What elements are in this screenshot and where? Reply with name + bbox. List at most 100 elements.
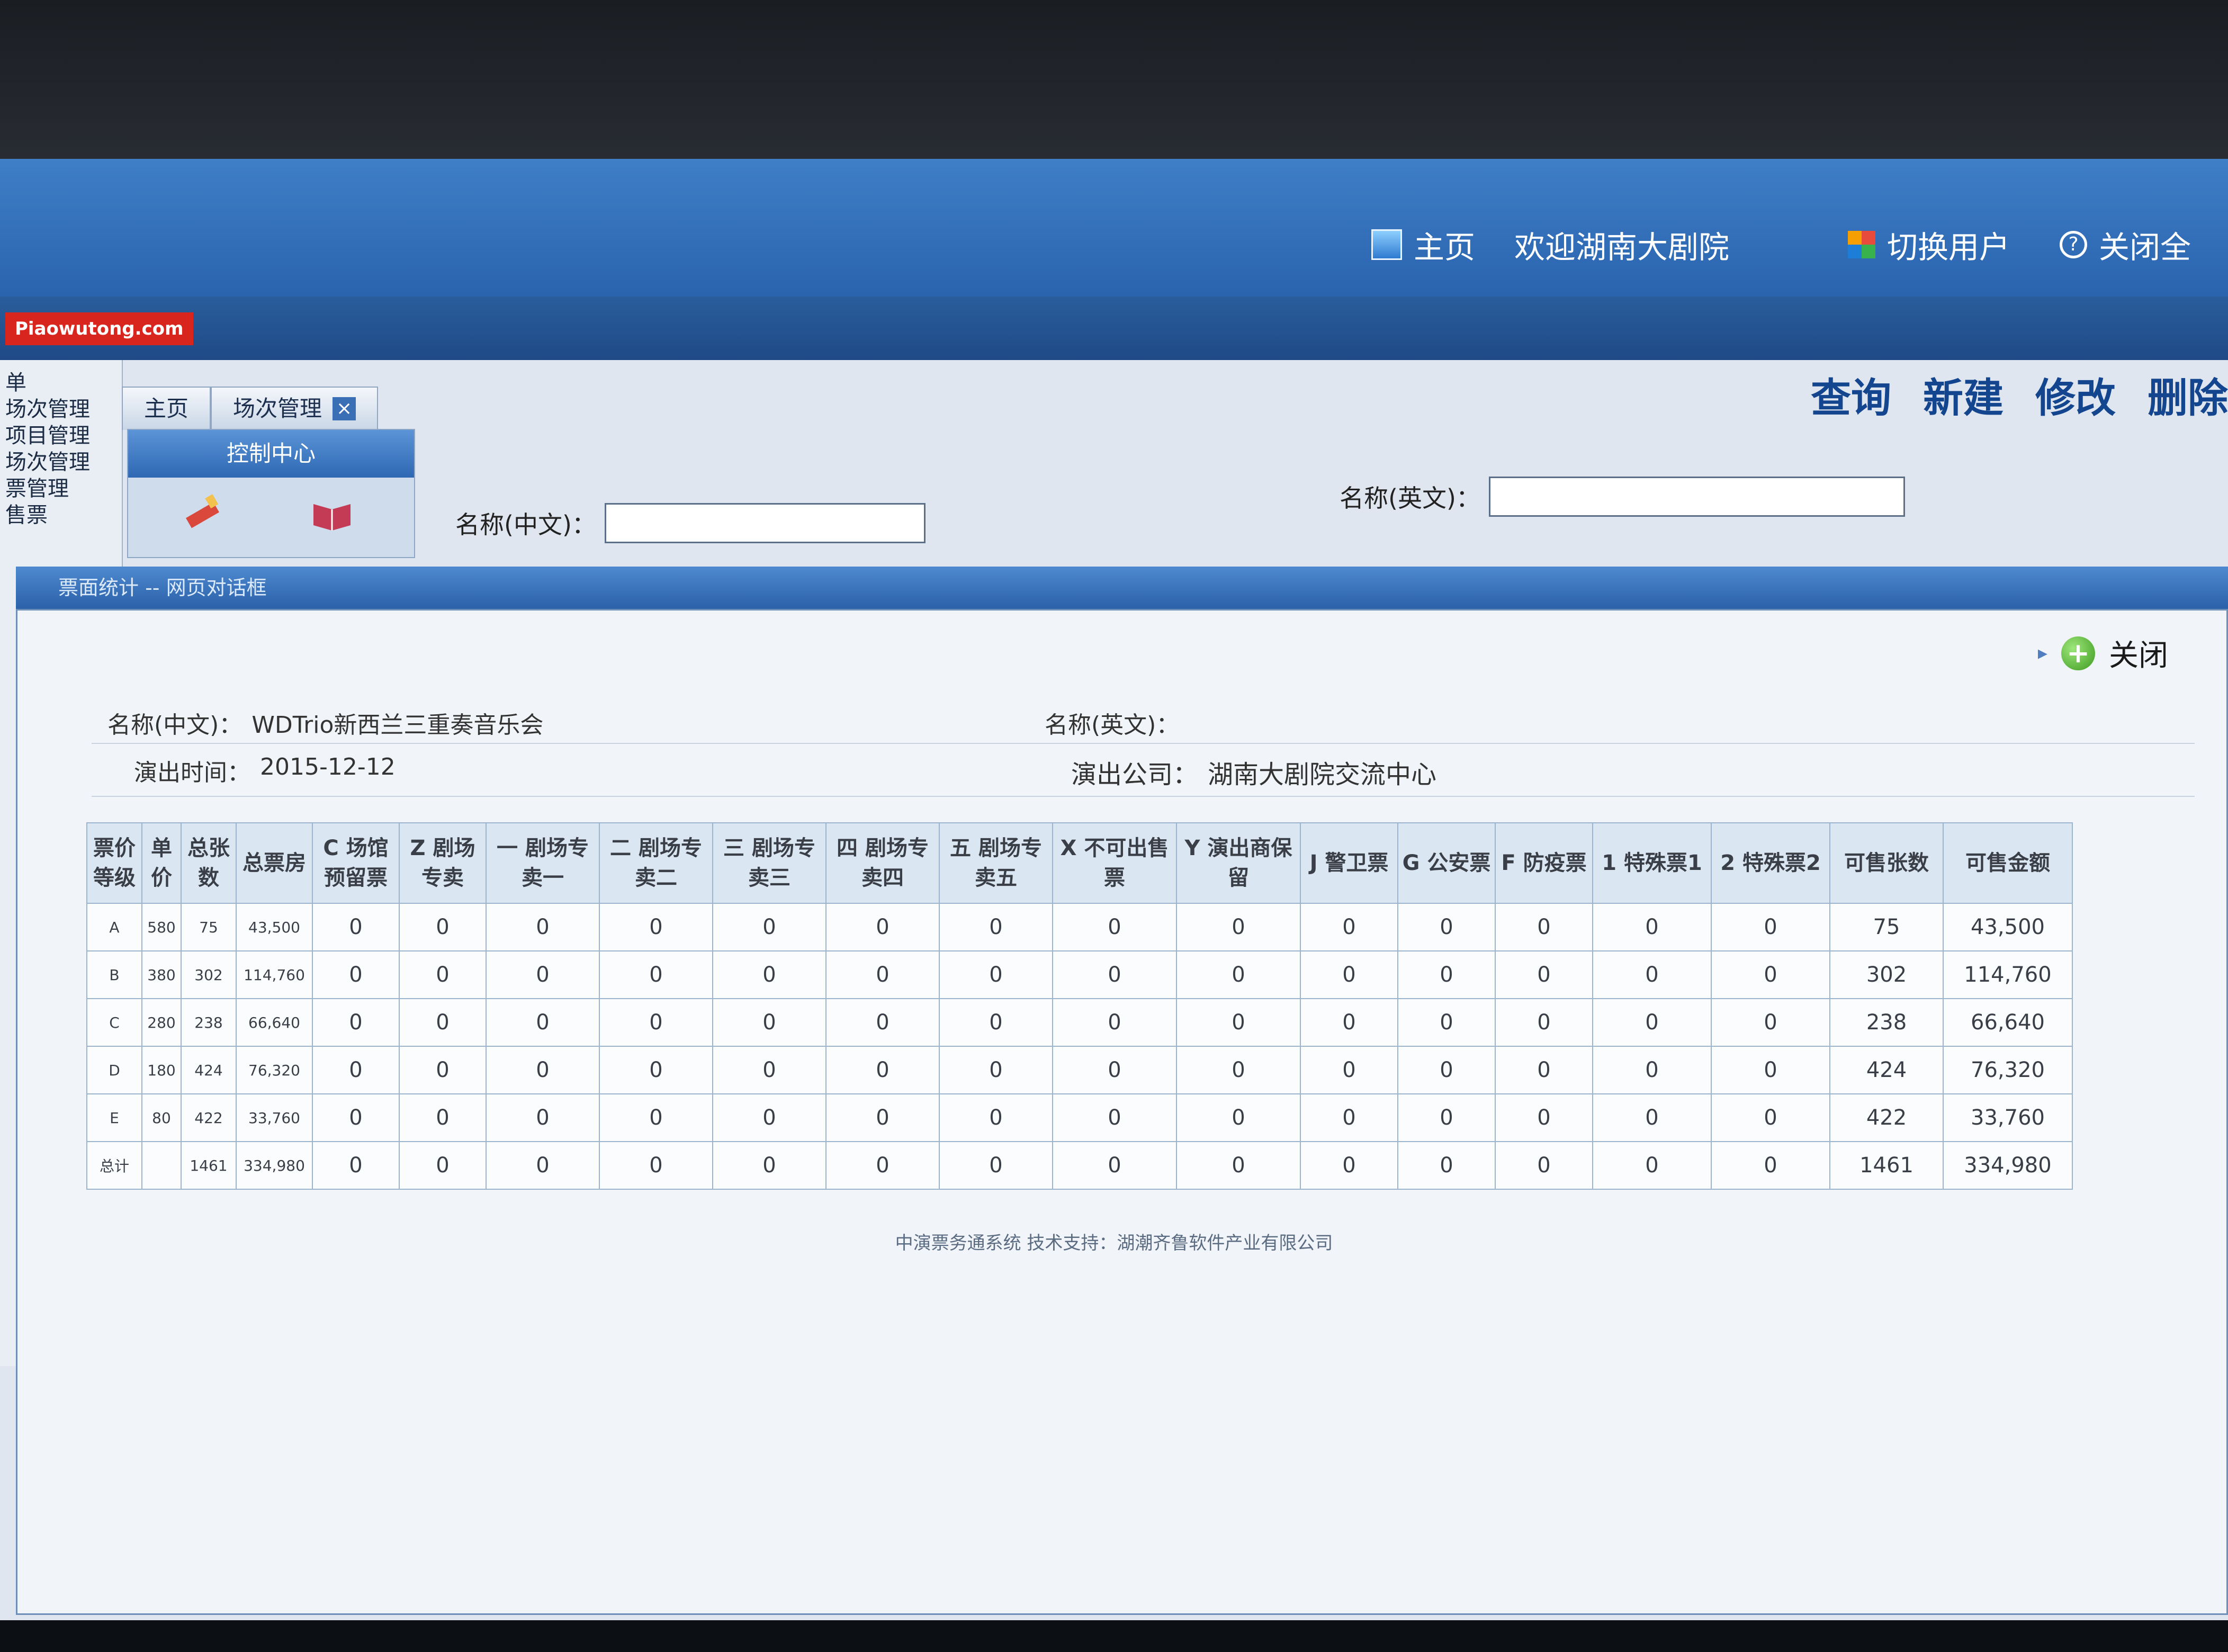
table-cell: 0 (312, 1093, 400, 1142)
table-cell: 76,320 (1943, 1046, 2073, 1094)
table-cell: 0 (939, 1046, 1053, 1094)
table-cell: 0 (712, 1141, 826, 1190)
close-icon[interactable]: × (333, 397, 356, 420)
table-cell: 0 (312, 950, 400, 999)
close-icon: + (2061, 636, 2095, 670)
switch-user-link[interactable]: 切换用户 (1848, 222, 2010, 267)
table-cell: 114,760 (236, 950, 313, 999)
table-cell: 0 (1300, 950, 1398, 999)
table-cell: 0 (599, 998, 713, 1047)
table-cell: 0 (1592, 903, 1712, 951)
name-cn-input[interactable] (604, 503, 926, 543)
table-cell: 0 (312, 1046, 400, 1094)
table-cell: 0 (1711, 903, 1830, 951)
divider (92, 743, 2195, 744)
info-date-label: 演出时间： (134, 759, 250, 786)
pencil-icon[interactable] (181, 493, 229, 536)
switch-user-icon (1848, 231, 1875, 258)
query-link[interactable]: 查询 (1811, 365, 1891, 424)
table-cell: A (86, 903, 142, 951)
col-header: C 场馆预留票 (312, 822, 400, 904)
table-cell: 0 (1397, 1141, 1496, 1190)
logo: Piaowutong.com (5, 312, 193, 345)
table-cell: 0 (1176, 1141, 1301, 1190)
table-cell: 302 (181, 950, 237, 999)
table-cell: 0 (486, 903, 600, 951)
close-button[interactable]: ▸ + 关闭 (2038, 632, 2168, 675)
table-cell: 1461 (1829, 1141, 1944, 1190)
info-company-label: 演出公司： (1071, 760, 1199, 789)
book-icon[interactable] (308, 493, 356, 536)
table-cell: 0 (399, 998, 487, 1047)
dialog-title: 票面统计 -- 网页对话框 (58, 576, 267, 599)
table-cell: 0 (399, 1093, 487, 1142)
table-cell: 0 (1495, 998, 1593, 1047)
table-cell: 0 (399, 1141, 487, 1190)
table-cell: 0 (1711, 1046, 1830, 1094)
table-cell: 238 (181, 998, 237, 1047)
new-link[interactable]: 新建 (1923, 365, 2004, 424)
table-cell: 0 (1300, 1093, 1398, 1142)
table-cell: 0 (486, 1141, 600, 1190)
table-cell: 0 (399, 1046, 487, 1094)
table-cell: 424 (1829, 1046, 1944, 1094)
col-header: 三 剧场专卖三 (712, 822, 826, 904)
table-cell: D (86, 1046, 142, 1094)
table-cell: 0 (1052, 950, 1177, 999)
table-cell: 0 (486, 1046, 600, 1094)
table-cell: 334,980 (1943, 1141, 2073, 1190)
table-cell: 0 (1711, 1093, 1830, 1142)
tab-home-label: 主页 (144, 396, 189, 421)
col-header: 可售金额 (1943, 822, 2073, 904)
col-header: 可售张数 (1829, 822, 1944, 904)
table-cell: 0 (599, 1046, 713, 1094)
table-header-row: 票价等级 单价 总张数 总票房 C 场馆预留票 Z 剧场专卖 一 剧场专卖一 二… (86, 822, 2073, 904)
top-bar: 主页 欢迎湖南大剧院 切换用户 ? 关闭全 (0, 159, 2228, 297)
table-row: A 580 75 43,500 0 0 0 0 0 0 0 0 0 0 0 0 0 0 75 43,500 (86, 903, 2073, 951)
table-cell: 0 (1592, 1093, 1712, 1142)
table-cell: 0 (1397, 950, 1496, 999)
edit-link[interactable]: 修改 (2035, 365, 2116, 424)
table-cell: 0 (825, 903, 940, 951)
table-cell: 0 (1052, 998, 1177, 1047)
table-cell: 0 (1711, 950, 1830, 999)
tab-bar: 主页 场次管理 × (122, 387, 379, 430)
name-en-input[interactable] (1488, 477, 1905, 517)
table-cell: 180 (141, 1046, 182, 1094)
table-cell: 0 (1052, 1046, 1177, 1094)
col-header: 单价 (141, 822, 182, 904)
welcome-text: 欢迎湖南大剧院 (1514, 222, 1729, 267)
help-icon: ? (2060, 231, 2087, 258)
table-cell: 0 (1397, 1093, 1496, 1142)
table-cell: 0 (712, 1046, 826, 1094)
home-icon (1371, 229, 1402, 260)
home-link[interactable]: 主页 (1371, 222, 1475, 267)
table-row: E 80 422 33,760 0 0 0 0 0 0 0 0 0 0 0 0 0 0 422 33,760 (86, 1093, 2073, 1142)
table-cell: 0 (1592, 998, 1712, 1047)
nav-item-sell[interactable]: 售票 (5, 498, 48, 528)
col-header: G 公安票 (1397, 822, 1496, 904)
tab-session-mgmt[interactable]: 场次管理 × (211, 387, 379, 430)
table-row: D 180 424 76,320 0 0 0 0 0 0 0 0 0 0 0 0 0 0 424 76,320 (86, 1046, 2073, 1094)
table-cell: 0 (399, 950, 487, 999)
col-header: 票价等级 (86, 822, 142, 904)
table-cell: 0 (1711, 1141, 1830, 1190)
col-header: 一 剧场专卖一 (486, 822, 600, 904)
home-label: 主页 (1414, 229, 1476, 265)
table-cell: 0 (712, 903, 826, 951)
table-cell: 0 (1052, 903, 1177, 951)
table-cell: 0 (599, 1141, 713, 1190)
table-cell: 0 (1495, 1093, 1593, 1142)
tab-session-label: 场次管理 (233, 396, 322, 421)
delete-link[interactable]: 删除 (2148, 365, 2228, 424)
table-cell: 0 (825, 1046, 940, 1094)
table-cell: 0 (486, 950, 600, 999)
table-cell: 0 (1300, 998, 1398, 1047)
col-header: 1 特殊票1 (1592, 822, 1712, 904)
table-cell: 0 (1052, 1093, 1177, 1142)
table-cell: 238 (1829, 998, 1944, 1047)
table-cell: 0 (599, 950, 713, 999)
close-all-link[interactable]: ? 关闭全 (2060, 222, 2191, 267)
table-cell: 0 (1397, 903, 1496, 951)
tab-home[interactable]: 主页 (122, 387, 211, 430)
